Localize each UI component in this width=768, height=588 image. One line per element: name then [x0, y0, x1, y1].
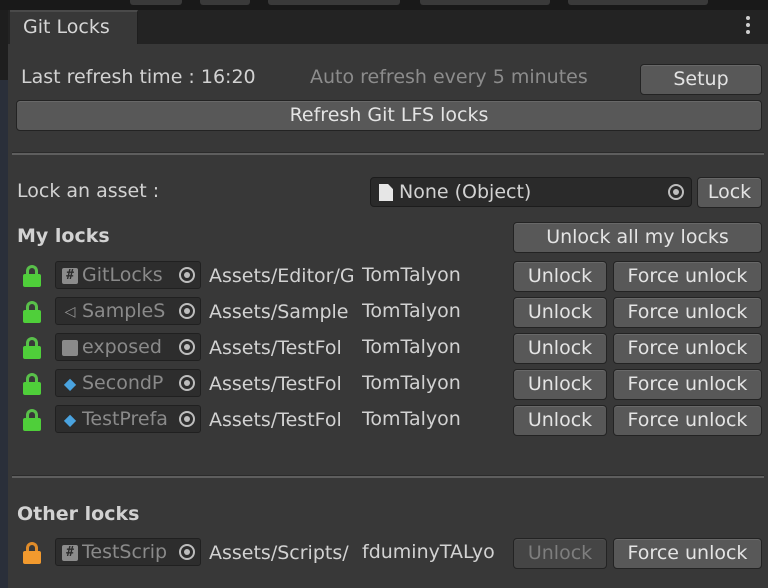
locked-asset-field[interactable]: ◆ SecondP	[55, 369, 201, 397]
adjacent-panel-edge	[0, 10, 8, 588]
locked-asset-field[interactable]: ◁ SampleS	[55, 297, 201, 325]
other-user-lock-icon	[23, 542, 41, 564]
toolbar-stub	[420, 0, 550, 5]
force-unlock-button[interactable]: Force unlock	[613, 369, 762, 400]
auto-refresh-label: Auto refresh every 5 minutes	[310, 66, 588, 88]
setup-button[interactable]: Setup	[640, 64, 762, 95]
unlock-button[interactable]: Unlock	[513, 261, 607, 292]
lock-owner: TomTalyon	[362, 300, 461, 322]
asset-name: GitLocks	[82, 264, 163, 286]
lock-owner: TomTalyon	[362, 372, 461, 394]
toolbar-stub	[130, 0, 182, 5]
unlock-button[interactable]: Unlock	[513, 297, 607, 328]
force-unlock-button[interactable]: Force unlock	[613, 538, 762, 569]
asset-object-field[interactable]: None (Object)	[370, 177, 692, 207]
own-lock-icon	[23, 265, 41, 287]
locked-asset-field[interactable]: # GitLocks	[55, 261, 201, 289]
lock-owner: TomTalyon	[362, 264, 461, 286]
asset-path: Assets/TestFol	[209, 373, 342, 395]
asset-path: Assets/Sample	[209, 301, 349, 323]
asset-name: TestScrip	[82, 541, 168, 563]
unlock-all-button[interactable]: Unlock all my locks	[513, 222, 762, 253]
locked-asset-field[interactable]: ◆ TestPrefa	[55, 405, 201, 433]
csharp-script-icon: #	[62, 268, 78, 284]
lock-owner: fduminyTALyo	[362, 541, 495, 563]
toolbar-stub	[268, 0, 400, 5]
unlock-button[interactable]: Unlock	[513, 538, 607, 569]
asset-field-value: None (Object)	[399, 181, 532, 203]
prefab-icon: ◆	[63, 374, 77, 393]
toolbar-stub	[200, 0, 250, 5]
locked-asset-field[interactable]: # TestScrip	[55, 538, 201, 566]
own-lock-icon	[23, 409, 41, 431]
asset-path: Assets/Scripts/	[209, 542, 349, 564]
own-lock-icon	[23, 301, 41, 323]
csharp-script-icon: #	[62, 545, 78, 561]
object-picker-icon[interactable]	[176, 264, 198, 286]
tab-git-locks[interactable]: Git Locks	[10, 10, 138, 44]
window-menu-icon[interactable]	[742, 16, 754, 38]
section-divider	[12, 475, 764, 478]
folder-icon	[62, 340, 78, 356]
own-lock-icon	[23, 337, 41, 359]
object-picker-icon[interactable]	[665, 181, 687, 203]
asset-name: SampleS	[82, 300, 166, 322]
lock-asset-label: Lock an asset :	[17, 180, 160, 202]
scene-icon: ◁	[64, 304, 76, 320]
force-unlock-button[interactable]: Force unlock	[613, 297, 762, 328]
object-picker-icon[interactable]	[176, 541, 198, 563]
refresh-locks-button[interactable]: Refresh Git LFS locks	[16, 100, 762, 131]
other-locks-heading: Other locks	[17, 503, 140, 525]
lock-owner: TomTalyon	[362, 336, 461, 358]
last-refresh-label: Last refresh time : 16:20	[21, 66, 256, 88]
force-unlock-button[interactable]: Force unlock	[613, 261, 762, 292]
prefab-icon: ◆	[63, 410, 77, 429]
unlock-button[interactable]: Unlock	[513, 369, 607, 400]
asset-name: TestPrefa	[82, 408, 168, 430]
my-locks-heading: My locks	[17, 225, 110, 247]
object-picker-icon[interactable]	[176, 300, 198, 322]
own-lock-icon	[23, 373, 41, 395]
tab-bar: Git Locks	[8, 10, 768, 44]
lock-asset-button[interactable]: Lock	[697, 177, 762, 208]
git-locks-window: Git Locks Last refresh time : 16:20 Auto…	[8, 10, 768, 588]
unlock-button[interactable]: Unlock	[513, 405, 607, 436]
unlock-button[interactable]: Unlock	[513, 333, 607, 364]
asset-name: exposed	[82, 336, 162, 358]
asset-path: Assets/Editor/G	[209, 265, 353, 287]
object-picker-icon[interactable]	[176, 372, 198, 394]
asset-path: Assets/TestFol	[209, 337, 342, 359]
object-picker-icon[interactable]	[176, 336, 198, 358]
object-picker-icon[interactable]	[176, 408, 198, 430]
document-icon	[379, 184, 393, 201]
force-unlock-button[interactable]: Force unlock	[613, 333, 762, 364]
locked-asset-field[interactable]: exposed	[55, 333, 201, 361]
section-divider	[12, 152, 764, 155]
force-unlock-button[interactable]: Force unlock	[613, 405, 762, 436]
asset-path: Assets/TestFol	[209, 409, 342, 431]
toolbar-stub	[568, 0, 708, 5]
asset-name: SecondP	[82, 372, 164, 394]
lock-owner: TomTalyon	[362, 408, 461, 430]
top-toolbar-strip	[0, 0, 768, 10]
